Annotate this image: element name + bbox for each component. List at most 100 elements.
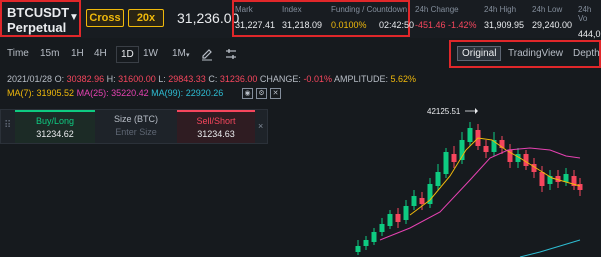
candle-body	[403, 206, 409, 220]
change-24h-label: 24h Change	[415, 5, 459, 14]
close-label: C:	[208, 74, 218, 84]
pencil-icon[interactable]	[200, 47, 214, 61]
chart-view-tabs: Original TradingView Depth	[449, 40, 601, 68]
mark-price-label: Mark	[235, 5, 253, 14]
tab-original[interactable]: Original	[457, 46, 502, 61]
tab-tradingview[interactable]: TradingView	[508, 48, 563, 59]
funding-label: Funding / Countdown	[331, 5, 408, 14]
candle-body	[467, 128, 473, 142]
buy-long-label: Buy/Long	[35, 116, 75, 126]
low-value: 29843.33	[168, 74, 206, 84]
eye-icon[interactable]: ◉	[242, 88, 253, 99]
ma-info: MA(7): 31905.52 MA(25): 35220.42 MA(99):…	[7, 88, 223, 98]
high-24h-value: 31,909.95	[484, 20, 525, 30]
interval-1m[interactable]: 1M	[172, 48, 186, 59]
ma99-label: MA(99):	[151, 88, 184, 98]
high-value: 31600.00	[118, 74, 156, 84]
size-label: Size (BTC)	[113, 114, 158, 124]
high-price-marker: 42125.51	[427, 107, 461, 116]
candle-date: 2021/01/28	[7, 74, 53, 84]
symbol-name: BTCUSDT	[7, 5, 70, 20]
interval-1h[interactable]: 1H	[71, 48, 84, 59]
open-label: O:	[54, 74, 65, 84]
gear-icon[interactable]: ⚙	[256, 88, 267, 99]
funding-countdown: 02:42:50	[378, 20, 415, 30]
close-widget-icon[interactable]: ×	[258, 121, 263, 131]
candle-body	[379, 224, 385, 232]
candle-body	[539, 172, 545, 186]
candle-body	[443, 152, 449, 174]
index-price-stat: Index 31,218.09	[282, 5, 322, 30]
change-value: -0.01%	[303, 74, 332, 84]
candle-body	[355, 246, 361, 252]
time-label: Time	[7, 48, 29, 59]
close-value: 31236.00	[219, 74, 258, 84]
chevron-down-icon: ▼	[69, 12, 79, 23]
ma25-line	[379, 147, 581, 241]
amplitude-label: AMPLITUDE:	[333, 74, 388, 84]
candle-body	[371, 232, 377, 242]
margin-mode-button[interactable]: Cross	[86, 9, 124, 27]
change-24h-value: -451.46 -1.42%	[415, 20, 477, 30]
ma99-value: 22920.26	[185, 88, 224, 98]
candle-body	[577, 184, 583, 190]
price-stats-highlight: Mark 31,227.41 Index 31,218.09 Funding /…	[232, 0, 414, 37]
candle-body	[435, 172, 441, 186]
interval-15m[interactable]: 15m	[40, 48, 59, 59]
amplitude-value: 5.62%	[390, 74, 417, 84]
funding-stat: Funding / Countdown 0.0100% 02:42:50	[331, 5, 414, 33]
size-field[interactable]: Size (BTC) Enter Size	[97, 110, 175, 143]
candle-body	[523, 154, 529, 166]
candle-body	[411, 196, 417, 206]
index-price-value: 31,218.09	[282, 20, 323, 30]
drag-handle-icon[interactable]: ⠿	[4, 120, 11, 131]
high-label: H:	[106, 74, 116, 84]
contract-type: Perpetual	[7, 20, 67, 35]
ma25-label: MA(25):	[76, 88, 109, 98]
ma99-line	[519, 239, 581, 257]
quick-order-widget: ⠿ Buy/Long 31234.62 Size (BTC) Enter Siz…	[0, 109, 268, 144]
candle-body	[451, 154, 457, 162]
mark-price-value: 31,227.41	[235, 20, 276, 30]
high-24h-stat: 24h High 31,909.95	[484, 5, 524, 30]
change-label: CHANGE:	[259, 74, 301, 84]
interval-dropdown-icon[interactable]: ▾	[186, 51, 190, 59]
ohlc-info: 2021/01/28 O: 30382.96 H: 31600.00 L: 29…	[7, 74, 416, 84]
buy-long-button[interactable]: Buy/Long 31234.62	[15, 110, 95, 143]
close-icon[interactable]: ✕	[270, 88, 281, 99]
open-value: 30382.96	[66, 74, 105, 84]
volume-24h-stat: 24h Vo 444,0	[578, 5, 601, 39]
candle-body	[563, 174, 569, 182]
sell-short-price: 31234.63	[197, 129, 235, 139]
ma7-value: 31905.52	[36, 88, 75, 98]
interval-1d[interactable]: 1D	[116, 46, 139, 63]
candle-body	[387, 214, 393, 226]
last-price: 31,236.00	[177, 10, 240, 26]
sell-short-label: Sell/Short	[196, 116, 236, 126]
funding-rate: 0.0100%	[331, 20, 367, 30]
symbol-selector[interactable]: BTCUSDT Perpetual ▼	[0, 0, 81, 37]
index-price-label: Index	[282, 5, 302, 14]
ma25-value: 35220.42	[111, 88, 149, 98]
volume-24h-value: 444,0	[578, 29, 601, 39]
change-24h-stat: 24h Change -451.46 -1.42%	[415, 5, 477, 30]
low-24h-stat: 24h Low 29,240.00	[532, 5, 572, 30]
low-24h-label: 24h Low	[532, 5, 563, 14]
volume-24h-label: 24h Vo	[578, 5, 592, 23]
size-placeholder: Enter Size	[115, 127, 157, 137]
leverage-button[interactable]: 20x	[128, 9, 164, 27]
low-label: L:	[158, 74, 166, 84]
high-24h-label: 24h High	[484, 5, 517, 14]
tab-depth[interactable]: Depth	[573, 48, 600, 59]
settings-sliders-icon[interactable]	[224, 47, 238, 61]
ma7-label: MA(7):	[7, 88, 34, 98]
candle-body	[483, 146, 489, 152]
interval-4h[interactable]: 4H	[94, 48, 107, 59]
candle-body	[419, 198, 425, 204]
buy-long-price: 31234.62	[36, 129, 74, 139]
low-24h-value: 29,240.00	[532, 20, 573, 30]
high-marker-arrow	[475, 108, 478, 114]
interval-1w[interactable]: 1W	[143, 48, 158, 59]
sell-short-button[interactable]: Sell/Short 31234.63	[177, 110, 255, 143]
candle-body	[395, 214, 401, 222]
